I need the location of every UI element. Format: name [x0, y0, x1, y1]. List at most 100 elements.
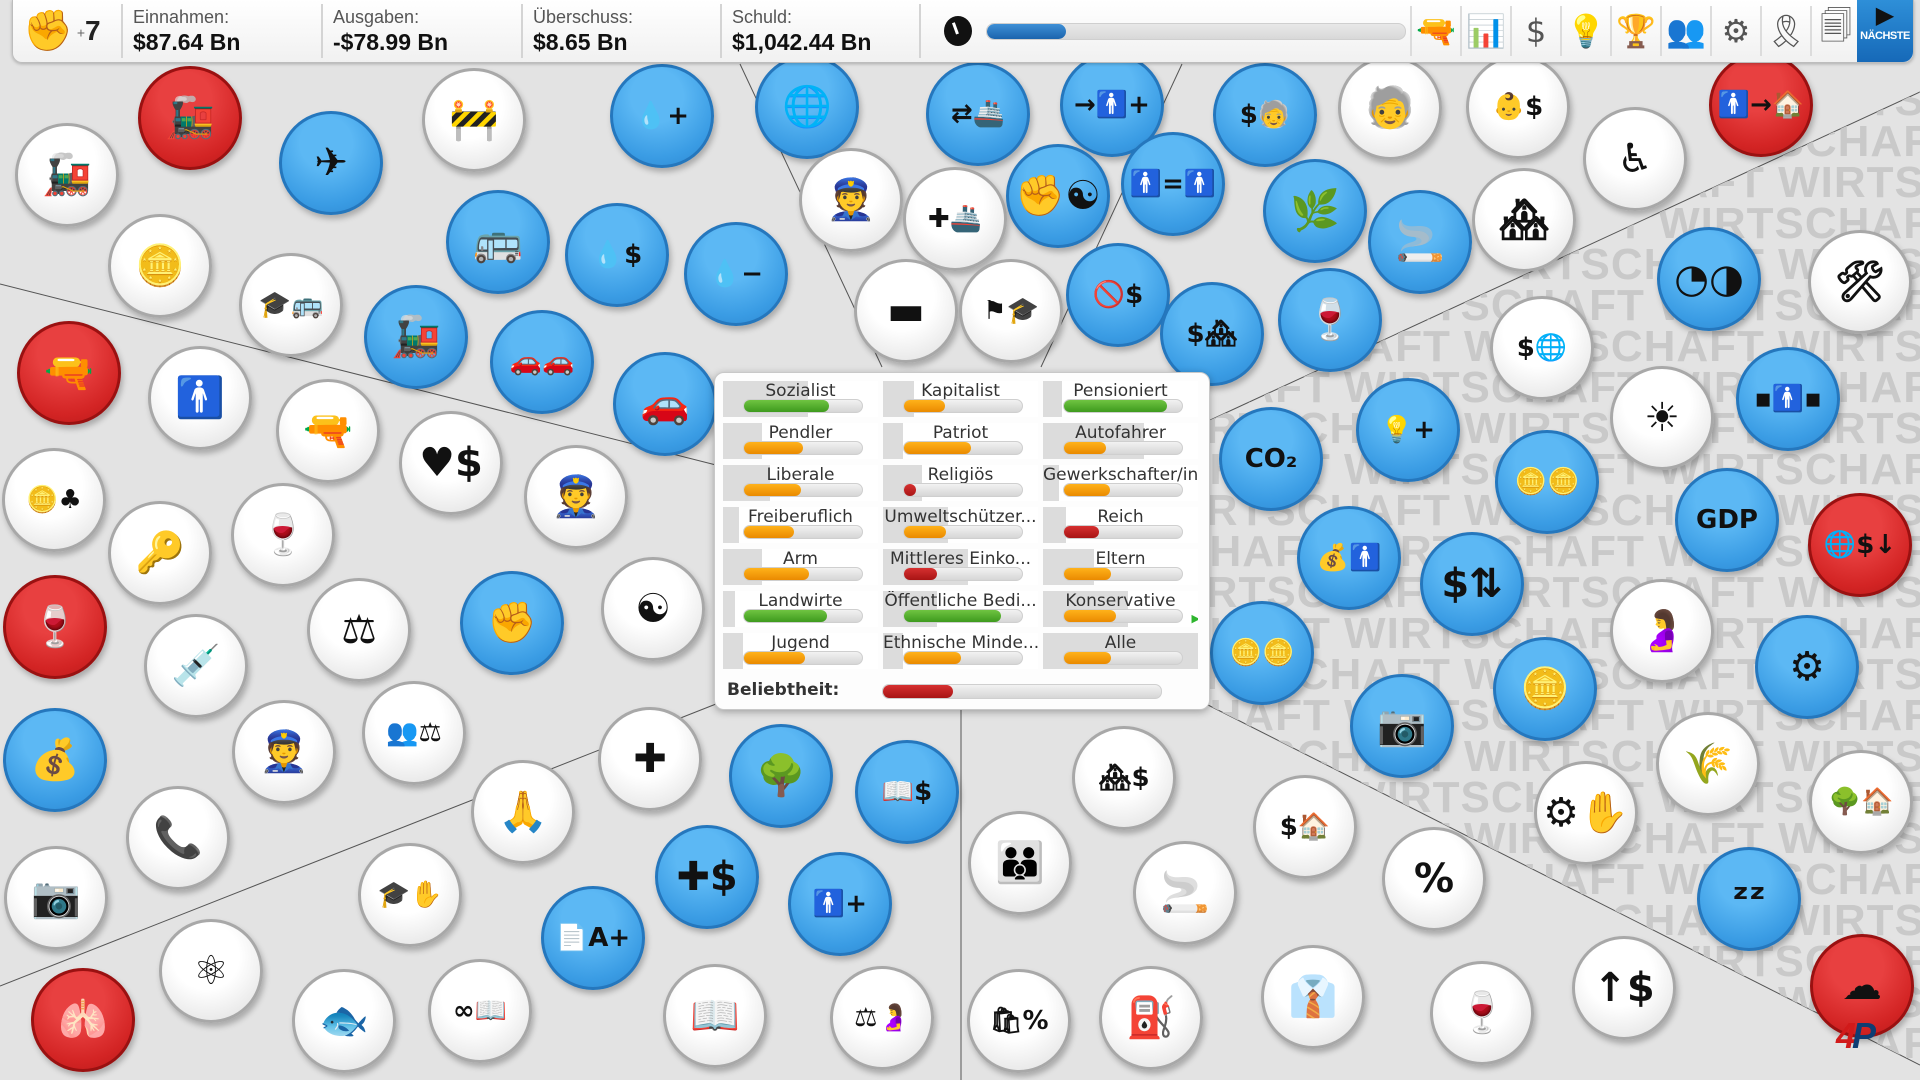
policy-node[interactable]: 🎓✋ — [358, 843, 462, 947]
policy-node[interactable]: ⛽ — [1099, 966, 1203, 1070]
policy-node[interactable]: 🌿 — [1263, 159, 1367, 263]
policy-node[interactable]: 📖$ — [855, 740, 959, 844]
voter-group-cell[interactable]: Freiberuflich — [723, 507, 878, 543]
policy-node[interactable]: 🚹→🏠 — [1709, 53, 1813, 157]
policy-node[interactable]: 🚧 — [422, 68, 526, 172]
gears-button[interactable]: ⚙ — [1710, 6, 1760, 56]
next-turn-button[interactable]: ▶ NÄCHSTE — [1857, 0, 1913, 62]
policy-node[interactable]: 🎓🚌 — [239, 253, 343, 357]
voter-group-cell[interactable]: Jugend — [723, 633, 878, 669]
trophy-button[interactable]: 🏆 — [1610, 6, 1660, 56]
policy-node[interactable]: $🌐 — [1490, 296, 1594, 400]
policy-node[interactable]: 📄A+ — [541, 886, 645, 990]
policy-node[interactable]: 🚂 — [364, 285, 468, 389]
policy-node[interactable]: 🛍% — [967, 969, 1071, 1073]
policy-node[interactable]: 🪙 — [108, 214, 212, 318]
policy-node[interactable]: 👮 — [232, 700, 336, 804]
policy-node[interactable]: ◔◑ — [1657, 227, 1761, 331]
policy-node[interactable]: $🏘 — [1160, 282, 1264, 386]
policy-node[interactable]: 🌳🏠 — [1809, 750, 1913, 854]
voter-group-cell[interactable]: Kapitalist — [883, 381, 1038, 417]
policy-node[interactable]: ⚖ — [307, 578, 411, 682]
voter-group-cell[interactable]: Mittleres Einko... — [883, 549, 1038, 585]
policy-node[interactable]: 🌾 — [1656, 712, 1760, 816]
policy-node[interactable]: 🪙🪙 — [1495, 430, 1599, 534]
policy-node[interactable]: 👔 — [1261, 945, 1365, 1049]
voter-group-cell[interactable]: Patriot — [883, 423, 1038, 459]
policy-node[interactable]: 🚬 — [1368, 190, 1472, 294]
documents-button[interactable]: 🗐 — [1810, 6, 1860, 56]
policy-node[interactable]: 🍷 — [1278, 268, 1382, 372]
policy-node[interactable]: 🏘 — [1472, 168, 1576, 272]
policy-node[interactable]: 💰🚹 — [1297, 506, 1401, 610]
policy-node[interactable]: 🐟 — [292, 969, 396, 1073]
voter-group-cell[interactable]: Religiös — [883, 465, 1038, 501]
policy-node[interactable]: $⇅ — [1420, 532, 1524, 636]
policy-node[interactable]: 🚂 — [138, 66, 242, 170]
policy-node[interactable]: ⚖🤰 — [830, 966, 934, 1070]
voter-group-cell[interactable]: Pensioniert — [1043, 381, 1198, 417]
policy-node[interactable]: 🚫$ — [1066, 243, 1170, 347]
voter-group-cell[interactable]: Alle — [1043, 633, 1198, 669]
pistol-button[interactable]: 🔫 — [1410, 6, 1460, 56]
voter-group-cell[interactable]: Sozialist — [723, 381, 878, 417]
policy-node[interactable]: GDP — [1675, 468, 1779, 572]
policy-node[interactable]: 📷 — [1350, 674, 1454, 778]
voter-group-cell[interactable]: Arm — [723, 549, 878, 585]
policy-node[interactable]: 📷 — [4, 846, 108, 950]
policy-node[interactable]: 🚂 — [15, 123, 119, 227]
policy-node[interactable]: 📞 — [126, 786, 230, 890]
policy-node[interactable]: 🚗 — [613, 352, 717, 456]
policy-node[interactable]: 🤰 — [1610, 579, 1714, 683]
policy-node[interactable]: 👶$ — [1466, 55, 1570, 159]
policy-node[interactable]: 🚬 — [1133, 841, 1237, 945]
policy-node[interactable]: 👪 — [968, 811, 1072, 915]
policy-node[interactable]: 🛠 — [1808, 230, 1912, 334]
policy-node[interactable]: 🔫 — [276, 379, 380, 483]
policy-node[interactable]: 🚹 — [148, 346, 252, 450]
policy-node[interactable]: 💡+ — [1356, 378, 1460, 482]
policy-node[interactable]: 🚹+ — [788, 852, 892, 956]
policy-node[interactable]: 🚗🚗 — [490, 310, 594, 414]
policy-node[interactable]: 💰 — [3, 708, 107, 812]
policy-node[interactable]: $🏠 — [1253, 775, 1357, 879]
policy-node[interactable]: 🚌 — [446, 190, 550, 294]
voter-group-cell[interactable]: Landwirte — [723, 591, 878, 627]
policy-node[interactable]: 🪙🪙 — [1210, 601, 1314, 705]
policy-node[interactable]: ⚑🎓 — [959, 259, 1063, 363]
policy-node[interactable]: 🍷 — [1430, 961, 1534, 1065]
voter-group-cell[interactable]: Reich — [1043, 507, 1198, 543]
policy-node[interactable]: 🌐$↓ — [1808, 493, 1912, 597]
voter-group-cell[interactable]: Konservative ▶ — [1043, 591, 1198, 627]
voter-group-cell[interactable]: Gewerkschafter/in — [1043, 465, 1198, 501]
voter-group-cell[interactable]: Liberale — [723, 465, 878, 501]
bar-chart-button[interactable]: 📊 — [1460, 6, 1510, 56]
voter-group-cell[interactable]: Autofahrer — [1043, 423, 1198, 459]
policy-node[interactable]: ⇄🚢 — [926, 62, 1030, 166]
policy-node[interactable]: ✊☯ — [1006, 144, 1110, 248]
policy-node[interactable]: ↑$ — [1572, 936, 1676, 1040]
voter-group-cell[interactable]: Eltern — [1043, 549, 1198, 585]
activism-indicator[interactable]: ✊ +7 — [23, 6, 123, 56]
policy-node[interactable]: 👥⚖ — [362, 681, 466, 785]
policy-node[interactable]: ☯ — [601, 557, 705, 661]
policy-node[interactable]: $🧓 — [1213, 63, 1317, 167]
policy-node[interactable]: 💧$ — [565, 203, 669, 307]
policy-node[interactable]: 🌳 — [729, 724, 833, 828]
policy-node[interactable]: 🚹=🚹 — [1121, 132, 1225, 236]
policy-node[interactable]: % — [1382, 827, 1486, 931]
policy-node[interactable]: 👮 — [799, 148, 903, 252]
award-ribbon-button[interactable]: 🎗 — [1760, 6, 1810, 56]
voter-group-cell[interactable]: Pendler — [723, 423, 878, 459]
policy-node[interactable]: ✚🚢 — [903, 167, 1007, 271]
policy-node[interactable]: ⚛ — [159, 919, 263, 1023]
policy-node[interactable]: ✚$ — [655, 825, 759, 929]
policy-node[interactable]: 🙏 — [471, 760, 575, 864]
policy-node[interactable]: 💧+ — [610, 64, 714, 168]
policy-node[interactable]: ᶻᶻ — [1697, 847, 1801, 951]
policy-node[interactable]: ▬ — [854, 259, 958, 363]
voter-group-cell[interactable]: Umweltschützer... — [883, 507, 1038, 543]
policy-node[interactable]: 🫁 — [31, 968, 135, 1072]
policy-node[interactable]: 🍷 — [231, 483, 335, 587]
policy-node[interactable]: 🌐 — [755, 55, 859, 159]
